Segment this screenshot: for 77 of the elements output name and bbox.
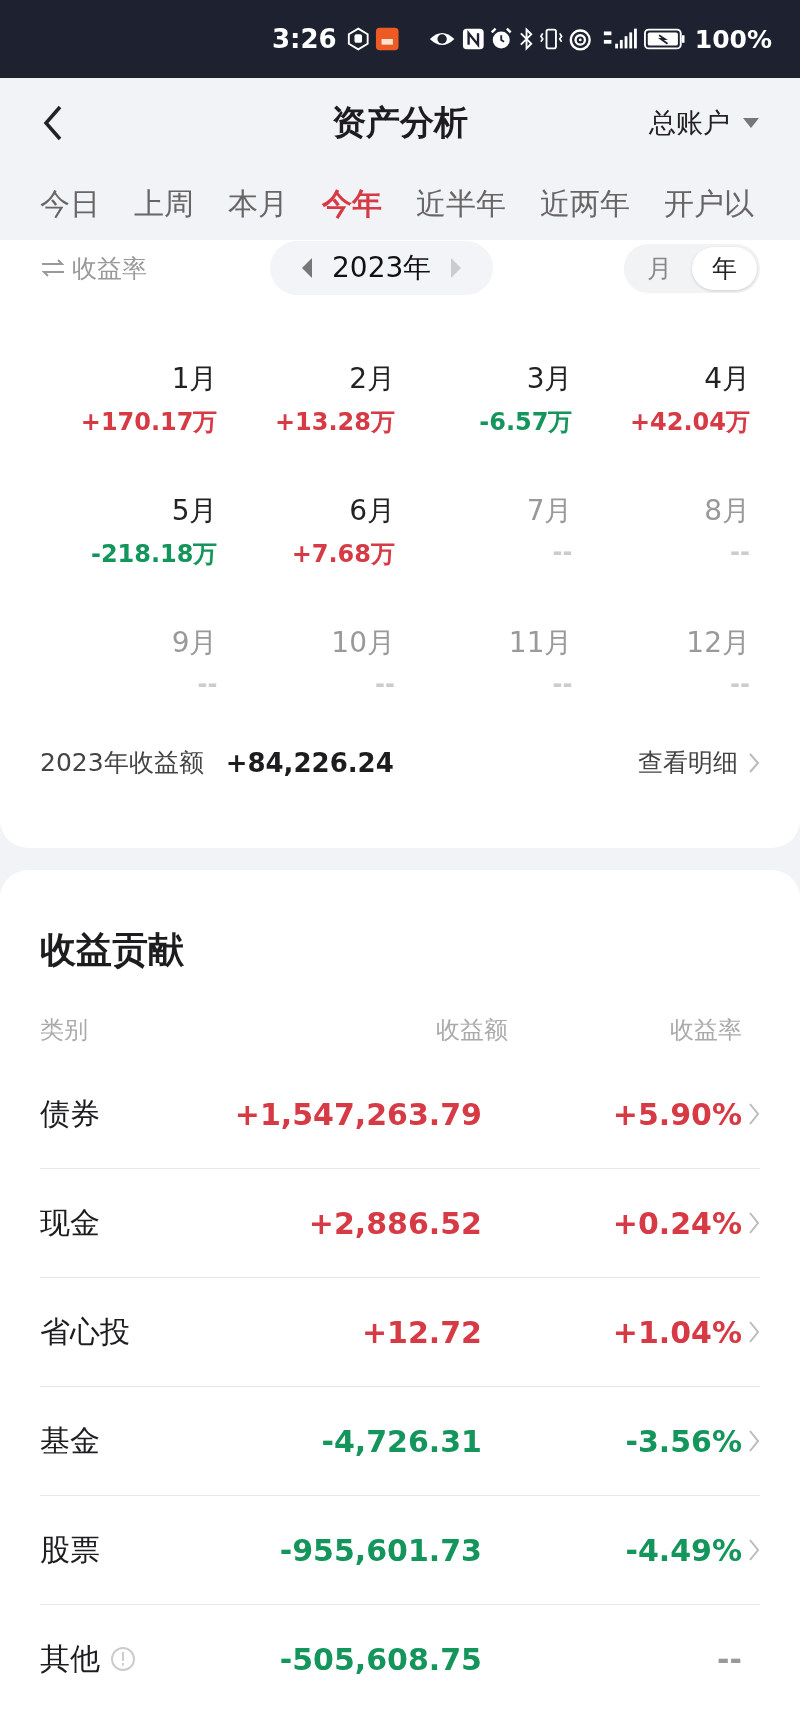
month-label: 5月 — [171, 493, 218, 529]
category-name: 基金 — [40, 1421, 100, 1460]
month-return: +170.17万 — [80, 407, 218, 438]
period-tab[interactable]: 今日 — [40, 183, 100, 225]
column-header: 类别 — [40, 1015, 89, 1046]
return-amount: -4,726.31 — [320, 1423, 482, 1459]
month-label: 4月 — [704, 361, 750, 397]
total-value: +84,226.24 — [225, 747, 394, 778]
period-tab[interactable]: 近半年 — [416, 183, 506, 225]
category-name: 其他 — [40, 1639, 100, 1678]
category-row[interactable]: 现金 +2,886.52 +0.24% — [40, 1169, 760, 1278]
month-return: -- — [197, 670, 218, 698]
toggle-option[interactable]: 年 — [692, 246, 757, 290]
status-time: 3:26 — [272, 24, 337, 54]
return-rate: -4.49% — [624, 1532, 742, 1568]
month-label: 11月 — [508, 625, 573, 661]
return-rate: +1.04% — [611, 1314, 742, 1350]
period-tab[interactable]: 今年 — [322, 183, 382, 225]
month-return: +42.04万 — [629, 407, 750, 438]
return-amount: +1,547,263.79 — [233, 1096, 482, 1132]
battery-icon — [644, 26, 686, 52]
year-picker[interactable]: 2023年 — [270, 241, 494, 295]
period-tab[interactable]: 近两年 — [540, 183, 630, 225]
bluetooth-icon — [518, 26, 534, 52]
category-name: 现金 — [40, 1203, 100, 1242]
month-return: -- — [552, 538, 573, 566]
category-row[interactable]: 省心投 +12.72 +1.04% — [40, 1278, 760, 1387]
month-label: 3月 — [526, 361, 573, 397]
month-label: 6月 — [349, 493, 395, 529]
previous-icon[interactable] — [300, 257, 314, 279]
chevron-icon — [748, 751, 760, 774]
period-tab[interactable]: 上周 — [134, 183, 194, 225]
battery-percent: 100% — [694, 24, 772, 54]
section-title: 收益贡献 — [40, 928, 185, 972]
caret-icon — [742, 117, 760, 129]
return-amount: +2,886.52 — [307, 1205, 482, 1241]
nfc-icon — [461, 27, 485, 51]
return-amount: -505,608.75 — [278, 1641, 482, 1677]
month-return: -6.57万 — [479, 407, 573, 438]
category-row[interactable]: 股票 -955,601.73 -4.49% — [40, 1496, 760, 1605]
month-label: 8月 — [704, 493, 750, 529]
return-rate: +0.24% — [611, 1205, 742, 1241]
period-tab[interactable]: 本月 — [228, 183, 288, 225]
return-amount: +12.72 — [360, 1314, 482, 1350]
month-return: -- — [375, 670, 395, 698]
total-label: 2023年收益额 — [40, 747, 204, 779]
return-rate: -- — [716, 1641, 742, 1677]
month-label: 9月 — [171, 625, 218, 661]
category-row[interactable]: 其他 -505,608.75 -- — [40, 1605, 760, 1713]
month-return: -- — [730, 670, 750, 698]
month-label: 2月 — [349, 361, 395, 397]
swap-icon — [40, 259, 66, 277]
column-header: 收益额 — [435, 1015, 508, 1046]
period-tab[interactable]: 开户以 — [664, 183, 754, 225]
account-selector[interactable]: 总账户 — [649, 105, 760, 141]
return-rate: -3.56% — [624, 1423, 742, 1459]
column-header: 收益率 — [669, 1015, 742, 1046]
return-rate: +5.90% — [611, 1096, 742, 1132]
month-return: +7.68万 — [291, 539, 395, 570]
month-return: +13.28万 — [274, 407, 395, 438]
month-return: -- — [552, 670, 573, 698]
month-label: 10月 — [331, 625, 395, 661]
month-return: -- — [730, 538, 750, 566]
category-row[interactable]: 基金 -4,726.31 -3.56% — [40, 1387, 760, 1496]
vibrate-icon — [538, 26, 564, 52]
month-label: 7月 — [526, 493, 573, 529]
return-amount: -955,601.73 — [278, 1532, 482, 1568]
category-row[interactable]: 债券 +1,547,263.79 +5.90% — [40, 1060, 760, 1169]
category-name: 股票 — [40, 1530, 100, 1569]
category-name: 债券 — [40, 1094, 100, 1133]
app-icon — [375, 26, 400, 52]
details-link[interactable]: 查看明细 — [638, 746, 760, 779]
month-return: -218.18万 — [90, 539, 218, 570]
page-title: 资产分析 — [332, 101, 468, 144]
month-label: 12月 — [686, 625, 750, 661]
month-label: 1月 — [171, 361, 218, 397]
category-name: 省心投 — [40, 1312, 130, 1351]
